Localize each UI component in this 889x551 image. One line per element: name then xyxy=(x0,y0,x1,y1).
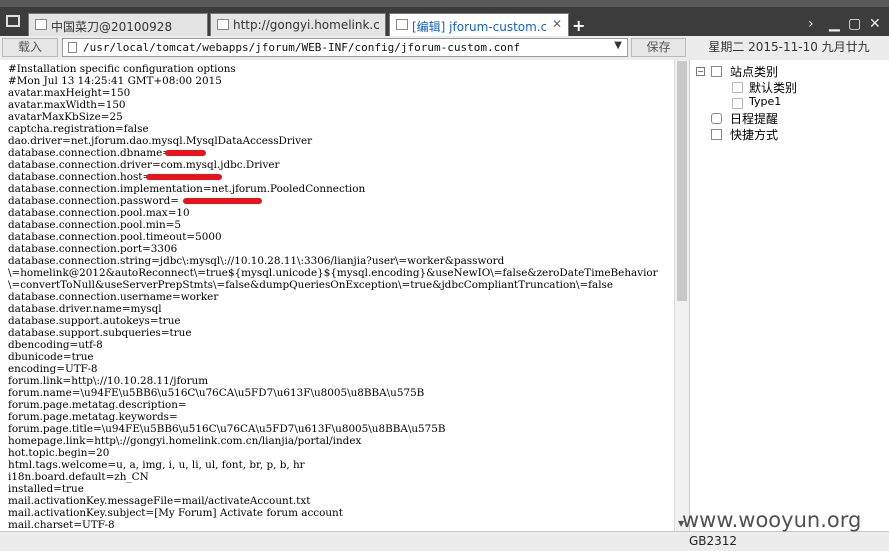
editor-line: mail.charset=UTF-8 xyxy=(8,519,115,531)
editor-line: mail.activationKey.messageFile=mail/acti… xyxy=(8,495,311,507)
close-window-icon[interactable]: ✕ xyxy=(869,16,881,32)
editor-line: homepage.link=http\://gongyi.homelink.co… xyxy=(8,435,362,447)
window-top-strip xyxy=(0,0,889,7)
editor-line: database.support.subqueries=true xyxy=(8,327,192,339)
editor-line: database.connection.pool.min=5 xyxy=(8,219,181,231)
redaction-mark xyxy=(146,174,222,180)
editor-line: #Installation specific configuration opt… xyxy=(8,63,236,75)
editor-line: forum.name=\u94FE\u5BB6\u516C\u76CA\u5FD… xyxy=(8,387,425,399)
editor-line: forum.page.metatag.keywords= xyxy=(8,411,178,423)
editor-line: #Mon Jul 13 14:25:41 GMT+08:00 2015 xyxy=(8,75,222,87)
editor-line: database.connection.pool.timeout=5000 xyxy=(8,231,222,243)
editor-line: database.connection.string=jdbc\:mysql\:… xyxy=(8,255,505,267)
editor-line: dao.driver=net.jforum.dao.mysql.MysqlDat… xyxy=(8,135,313,147)
collapse-icon[interactable]: − xyxy=(696,67,705,76)
date-display: 星期二 2015-11-10 九月廿九 xyxy=(708,40,870,54)
editor-line: dbencoding=utf-8 xyxy=(8,339,103,351)
clock-icon xyxy=(711,113,722,124)
editor-line: database.connection.host= xyxy=(8,171,152,183)
file-path-text: /usr/local/tomcat/webapps/jforum/WEB-INF… xyxy=(83,41,521,54)
editor-line: forum.link=http\://10.10.28.11/jforum xyxy=(8,375,209,387)
watermark: www.wooyun.org xyxy=(682,508,862,532)
tree-item-shortcuts[interactable]: 快捷方式 xyxy=(730,126,778,143)
editor-line: hot.topic.begin=20 xyxy=(8,447,110,459)
editor-line: database.driver.name=mysql xyxy=(8,303,162,315)
tab-label: 中国菜刀@20100928 xyxy=(51,20,173,34)
vertical-scrollbar[interactable]: ▼ xyxy=(674,60,689,531)
file-path-input[interactable]: /usr/local/tomcat/webapps/jforum/WEB-INF… xyxy=(62,38,628,57)
maximize-icon[interactable]: ▢ xyxy=(848,16,861,32)
editor-line: captcha.registration=false xyxy=(8,123,149,135)
editor-line: \=convertToNull&useServerPrepStmts\=fals… xyxy=(8,279,614,291)
tab-caidao[interactable]: 中国菜刀@20100928 xyxy=(28,13,208,36)
editor-line: database.connection.pool.max=10 xyxy=(8,207,190,219)
editor-line: avatarMaxKbSize=25 xyxy=(8,111,123,123)
editor-line: database.connection.dbname= xyxy=(8,147,171,159)
document-icon xyxy=(396,19,408,30)
tree-item-type1[interactable]: Type1 xyxy=(749,95,781,108)
editor-line: i18n.board.default=zh_CN xyxy=(8,471,149,483)
load-button[interactable]: 载入 xyxy=(2,38,58,57)
chevron-down-icon[interactable]: ▼ xyxy=(614,40,622,51)
tab-bar: 中国菜刀@20100928 http://gongyi.homelink.com… xyxy=(0,7,889,36)
editor-line: database.connection.driver=com.mysql.jdb… xyxy=(8,159,280,171)
tab-browser[interactable]: http://gongyi.homelink.com.c... xyxy=(210,13,386,36)
folder-icon xyxy=(711,66,722,77)
scrollbar-thumb[interactable] xyxy=(677,61,687,301)
status-bar: GB2312 xyxy=(0,531,889,551)
tree-item-site-category[interactable]: 站点类别 xyxy=(730,63,778,80)
tree-item-schedule[interactable]: 日程提醒 xyxy=(730,110,778,127)
tab-editor[interactable]: [编辑] jforum-custom.conf ✕ xyxy=(389,13,569,36)
editor-line: encoding=UTF-8 xyxy=(8,363,98,375)
editor-line: database.connection.port=3306 xyxy=(8,243,178,255)
save-button[interactable]: 保存 xyxy=(631,38,686,57)
window-icon xyxy=(35,19,47,30)
toolbar: 载入 /usr/local/tomcat/webapps/jforum/WEB-… xyxy=(0,36,889,61)
close-icon[interactable]: ✕ xyxy=(552,17,562,31)
editor-line: html.tags.welcome=u, a, img, i, u, li, u… xyxy=(8,459,305,471)
editor-line: installed=true xyxy=(8,483,84,495)
page-icon xyxy=(732,82,743,93)
redaction-mark xyxy=(165,150,206,156)
editor-line: database.connection.password= xyxy=(8,195,180,207)
redaction-mark xyxy=(183,198,262,204)
editor-line: forum.page.metatag.description= xyxy=(8,399,187,411)
editor-line: mail.activationKey.subject=[My Forum] Ac… xyxy=(8,507,343,519)
tab-label: http://gongyi.homelink.com.c... xyxy=(233,18,379,32)
editor-line: database.connection.username=worker xyxy=(8,291,219,303)
editor-line: database.support.autokeys=true xyxy=(8,315,181,327)
document-icon xyxy=(68,42,77,53)
new-tab-icon[interactable]: + xyxy=(572,16,585,35)
minimize-icon[interactable]: ▁ xyxy=(829,16,840,32)
editor-line: forum.page.title=\u94FE\u5BB6\u516C\u76C… xyxy=(8,423,446,435)
editor-line: database.connection.implementation=net.j… xyxy=(8,183,366,195)
tab-label: [编辑] jforum-custom.conf xyxy=(412,20,546,34)
editor-line: avatar.maxWidth=150 xyxy=(8,99,126,111)
chevron-right-icon[interactable]: › xyxy=(808,16,814,32)
editor-line: \=homelink@2012&autoReconnect\=true${mys… xyxy=(8,267,658,279)
hand-icon xyxy=(711,129,722,140)
editor-line: dbunicode=true xyxy=(8,351,94,363)
window-icon[interactable] xyxy=(6,15,20,27)
globe-icon xyxy=(217,19,229,30)
text-editor[interactable]: #Installation specific configuration opt… xyxy=(0,60,674,531)
page-icon xyxy=(732,98,743,109)
tree-item-default-category[interactable]: 默认类别 xyxy=(749,79,797,96)
editor-line: avatar.maxHeight=150 xyxy=(8,87,131,99)
category-tree-panel: − 站点类别 默认类别 Type1 日程提醒 快捷方式 xyxy=(689,60,889,531)
encoding-indicator: GB2312 xyxy=(689,534,738,548)
